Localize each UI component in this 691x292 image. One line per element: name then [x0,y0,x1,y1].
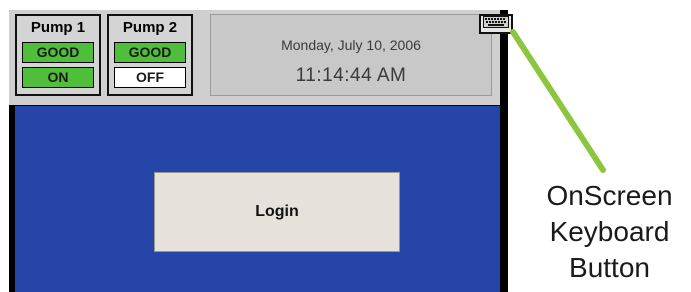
callout-line-3: Button [569,252,650,283]
callout-line-2: Keyboard [549,216,670,247]
callout-line-1: OnScreen [546,180,673,211]
callout-label: OnScreen Keyboard Button [528,178,691,286]
